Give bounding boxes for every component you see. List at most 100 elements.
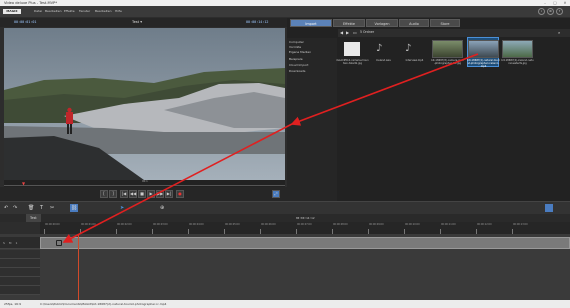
- ruler-tick-label: 00:00:07:00: [297, 223, 312, 226]
- nav-cloud-import[interactable]: Cloud Import: [289, 63, 308, 68]
- zoom-icon[interactable]: ⊕: [160, 205, 164, 211]
- project-selector[interactable]: Test ▾: [132, 20, 142, 24]
- project-tab[interactable]: Test: [26, 214, 41, 222]
- timeline-playhead[interactable]: [78, 234, 79, 300]
- search-icon[interactable]: ⌕: [558, 30, 560, 35]
- nav-downloads[interactable]: Downloads: [289, 69, 305, 74]
- ruler-tick-label: 00:00:09:00: [369, 223, 384, 226]
- ruler-tick-label: 00:00:06:00: [261, 223, 276, 226]
- forward-icon[interactable]: ▶▶: [156, 190, 164, 198]
- folder-path[interactable]: 5 Ordner: [360, 30, 374, 34]
- magix-logo: MAGIX: [3, 9, 21, 14]
- menu-bearbeiten-2[interactable]: Bearbeiten: [95, 9, 111, 14]
- menu-effekte[interactable]: Effekte: [64, 9, 75, 14]
- help-icon[interactable]: ?: [556, 8, 563, 15]
- media-item-label: bit-18687(2)-natural-tourist-photographe…: [467, 59, 500, 68]
- next-marker-icon[interactable]: ▶|: [165, 190, 173, 198]
- timecode-current: 00:00:01:01: [14, 20, 37, 24]
- track-header: [0, 277, 40, 286]
- status-path: C:\Users\Public\Documents\MAGIX\bit-1868…: [40, 302, 167, 306]
- timecode-duration: 00:00:14:12: [246, 20, 269, 24]
- fps-label: 25fps, 16:9: [4, 302, 21, 306]
- forward-nav-icon[interactable]: ▶: [346, 30, 349, 35]
- folder-icon[interactable]: ▭: [353, 30, 357, 35]
- undo-icon[interactable]: ↶: [4, 205, 8, 211]
- audio-file-icon[interactable]: ♪: [405, 42, 419, 56]
- ruler-tick-label: 00:00:05:00: [225, 223, 240, 226]
- pointer-icon[interactable]: ➤: [120, 205, 124, 211]
- clip-drop-target[interactable]: [56, 240, 62, 246]
- ruler-tick-label: 00:00:08:00: [333, 223, 348, 226]
- prev-marker-icon[interactable]: |◀: [120, 190, 128, 198]
- delete-icon[interactable]: 🗑: [28, 205, 34, 211]
- menu-bar: MAGIX Datei Bearbeiten Effekte Fenster B…: [0, 6, 570, 17]
- tab-vorlagen[interactable]: Vorlagen: [366, 19, 398, 27]
- ruler-tick-label: 00:00:10:00: [405, 223, 420, 226]
- menu-bearbeiten[interactable]: Bearbeiten: [45, 9, 61, 14]
- media-thumb[interactable]: [432, 40, 463, 58]
- ruler-mark: 00:1: [142, 180, 148, 183]
- record-icon[interactable]: ●: [176, 190, 184, 198]
- video-clip[interactable]: [40, 237, 570, 249]
- preview-header: 00:00:01:01 Test ▾ 00:00:14:12: [0, 18, 287, 27]
- track-header: [0, 250, 40, 259]
- mark-in-icon[interactable]: [: [100, 190, 108, 198]
- ruler-tick-label: 00:00:00:00: [45, 223, 60, 226]
- mark-out-icon[interactable]: ]: [109, 190, 117, 198]
- link-icon[interactable]: ⛓: [70, 204, 78, 212]
- settings-icon[interactable]: ⚙: [547, 8, 554, 15]
- preview-position-ruler[interactable]: ▼ 00:1: [4, 180, 285, 187]
- ruler-tick-label: 00:00:11:00: [441, 223, 456, 226]
- timeline-tracks: S M 1: [0, 234, 570, 300]
- track-header: [0, 268, 40, 277]
- cut-icon[interactable]: ✂: [50, 205, 54, 211]
- ruler-tick-label: 00:00:04:00: [189, 223, 204, 226]
- playhead-marker[interactable]: ▼: [22, 182, 25, 186]
- ruler-tick-label: 00:00:03:00: [153, 223, 168, 226]
- transport-controls: [ ] |◀ ◀◀ ■ ▶ ▶▶ ▶| ● ⤢: [0, 187, 287, 201]
- nav-eigene-medien[interactable]: Eigene Medien: [289, 50, 311, 55]
- media-item-label: Iceland.wav: [376, 59, 391, 62]
- media-thumb[interactable]: [468, 40, 499, 58]
- timeline-timecode: 00:00:14:12: [296, 216, 315, 220]
- track-number: 1: [15, 241, 18, 245]
- timeline-ruler[interactable]: 00:00:00:00 00:00:01:00 00:00:02:00 00:00:0…: [40, 222, 570, 234]
- menu-datei[interactable]: Datei: [34, 9, 42, 14]
- tab-import[interactable]: Import: [290, 19, 332, 27]
- ruler-tick-label: 00:00:01:00: [81, 223, 96, 226]
- timeline-toolbar: ↶ ↷ 🗑 T ✂ ⛓ ➤ ⊕: [0, 201, 570, 214]
- menu-hilfe[interactable]: Hilfe: [115, 9, 122, 14]
- menu-fenster[interactable]: Fenster: [79, 9, 90, 14]
- tab-effekte[interactable]: Effekte: [333, 19, 365, 27]
- status-bar: 25fps, 16:9 C:\Users\Public\Documents\MA…: [0, 300, 570, 308]
- file-icon[interactable]: [344, 42, 360, 56]
- back-icon[interactable]: ◀: [340, 30, 343, 35]
- redo-icon[interactable]: ↷: [13, 205, 17, 211]
- tab-audio[interactable]: Audio: [399, 19, 429, 27]
- track-header-1: S M 1: [0, 237, 40, 249]
- timeline-header: Test 00:00:14:12: [0, 214, 570, 222]
- audio-file-icon[interactable]: ♪: [376, 42, 390, 56]
- ruler-tick-label: 00:00:02:00: [117, 223, 132, 226]
- nav-beispiele[interactable]: Beispiele: [289, 57, 303, 62]
- solo-button[interactable]: S: [3, 241, 5, 245]
- track-header: [0, 259, 40, 268]
- media-item-label: iGLACIER-0-camera-mountain-hikerbl.jpg: [336, 59, 369, 65]
- ruler-tick-label: 00:00:12:00: [477, 223, 492, 226]
- text-icon[interactable]: T: [40, 205, 43, 211]
- view-mode-icon[interactable]: [545, 204, 553, 212]
- play-icon[interactable]: ▶: [147, 190, 155, 198]
- fullscreen-icon[interactable]: ⤢: [272, 190, 280, 198]
- tab-store[interactable]: Store: [430, 19, 460, 27]
- preview-frame-image: [4, 28, 285, 180]
- media-thumb[interactable]: [502, 40, 533, 58]
- media-item-label: bit-18687(8)-camera-man-photographer-hil…: [431, 59, 464, 65]
- media-item-label: Interview.mp4: [405, 59, 424, 62]
- track-header: [0, 286, 40, 295]
- rewind-icon[interactable]: ◀◀: [129, 190, 137, 198]
- ruler-tick-label: 00:00:13:00: [513, 223, 528, 226]
- info-icon[interactable]: i: [538, 8, 545, 15]
- video-preview: [4, 28, 285, 180]
- stop-icon[interactable]: ■: [138, 190, 146, 198]
- mute-button[interactable]: M: [9, 241, 12, 245]
